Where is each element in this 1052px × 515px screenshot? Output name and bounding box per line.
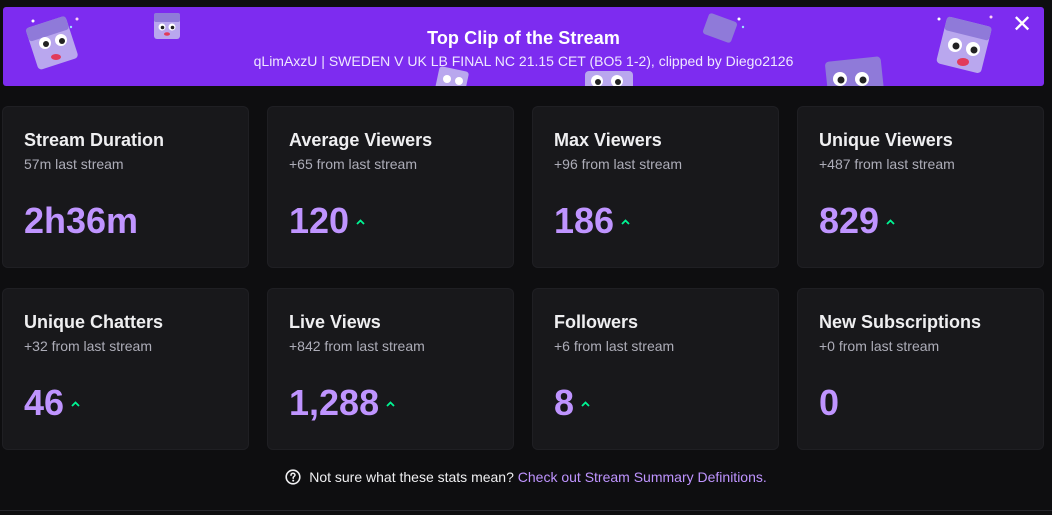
trend-up-icon — [356, 219, 365, 225]
stat-value: 46 — [24, 382, 65, 423]
stream-summary-definitions-link[interactable]: Check out Stream Summary Definitions. — [518, 469, 767, 485]
stat-comparison: +0 from last stream — [819, 338, 940, 354]
help-text: Not sure what these stats mean? — [309, 469, 514, 485]
trend-up-icon — [581, 401, 590, 407]
stats-help-footer: Not sure what these stats mean? Check ou… — [0, 469, 1052, 485]
stat-value: 120 — [289, 200, 350, 241]
stat-title: Max Viewers — [554, 130, 662, 150]
trend-up-icon — [621, 219, 630, 225]
trend-up-icon — [71, 401, 80, 407]
stat-comparison: +32 from last stream — [24, 338, 152, 354]
stat-comparison: 57m last stream — [24, 156, 124, 172]
stat-comparison: +65 from last stream — [289, 156, 417, 172]
stat-card-new-subscriptions: New Subscriptions +0 from last stream 0 — [798, 289, 1043, 449]
trend-up-icon — [386, 401, 395, 407]
stat-card-followers: Followers +6 from last stream 8 — [533, 289, 778, 449]
close-icon[interactable]: ✕ — [1010, 13, 1034, 37]
stat-title: New Subscriptions — [819, 312, 982, 332]
stat-value: 8 — [554, 382, 575, 423]
mascot-icon — [585, 71, 633, 86]
stat-title: Followers — [554, 312, 639, 332]
stat-value: 2h36m — [24, 200, 139, 241]
banner-subtitle[interactable]: qLimAxzU | SWEDEN V UK LB FINAL NC 21.15… — [3, 53, 1044, 69]
stat-value: 186 — [554, 200, 615, 241]
stat-card-average-viewers: Average Viewers +65 from last stream 120 — [268, 107, 513, 267]
stat-title: Stream Duration — [24, 130, 165, 150]
stat-card-unique-chatters: Unique Chatters +32 from last stream 46 — [3, 289, 248, 449]
stat-card-live-views: Live Views +842 from last stream 1,288 — [268, 289, 513, 449]
stat-comparison: +842 from last stream — [289, 338, 425, 354]
stat-card-stream-duration: Stream Duration 57m last stream 2h36m — [3, 107, 248, 267]
stat-title: Unique Chatters — [24, 312, 164, 332]
stat-title: Unique Viewers — [819, 130, 953, 150]
stat-comparison: +96 from last stream — [554, 156, 682, 172]
stat-card-max-viewers: Max Viewers +96 from last stream 186 — [533, 107, 778, 267]
stat-title: Live Views — [289, 312, 381, 332]
stat-comparison: +6 from last stream — [554, 338, 675, 354]
stat-value: 0 — [819, 382, 840, 423]
banner-title[interactable]: Top Clip of the Stream — [3, 28, 1044, 49]
trend-up-icon — [886, 219, 895, 225]
question-circle-icon — [285, 469, 301, 485]
top-clip-banner[interactable]: Top Clip of the Stream qLimAxzU | SWEDEN… — [3, 7, 1044, 86]
divider — [0, 510, 1052, 511]
stat-value: 829 — [819, 200, 880, 241]
stat-card-unique-viewers: Unique Viewers +487 from last stream 829 — [798, 107, 1043, 267]
stat-value: 1,288 — [289, 382, 380, 423]
stat-title: Average Viewers — [289, 130, 433, 150]
stat-comparison: +487 from last stream — [819, 156, 955, 172]
